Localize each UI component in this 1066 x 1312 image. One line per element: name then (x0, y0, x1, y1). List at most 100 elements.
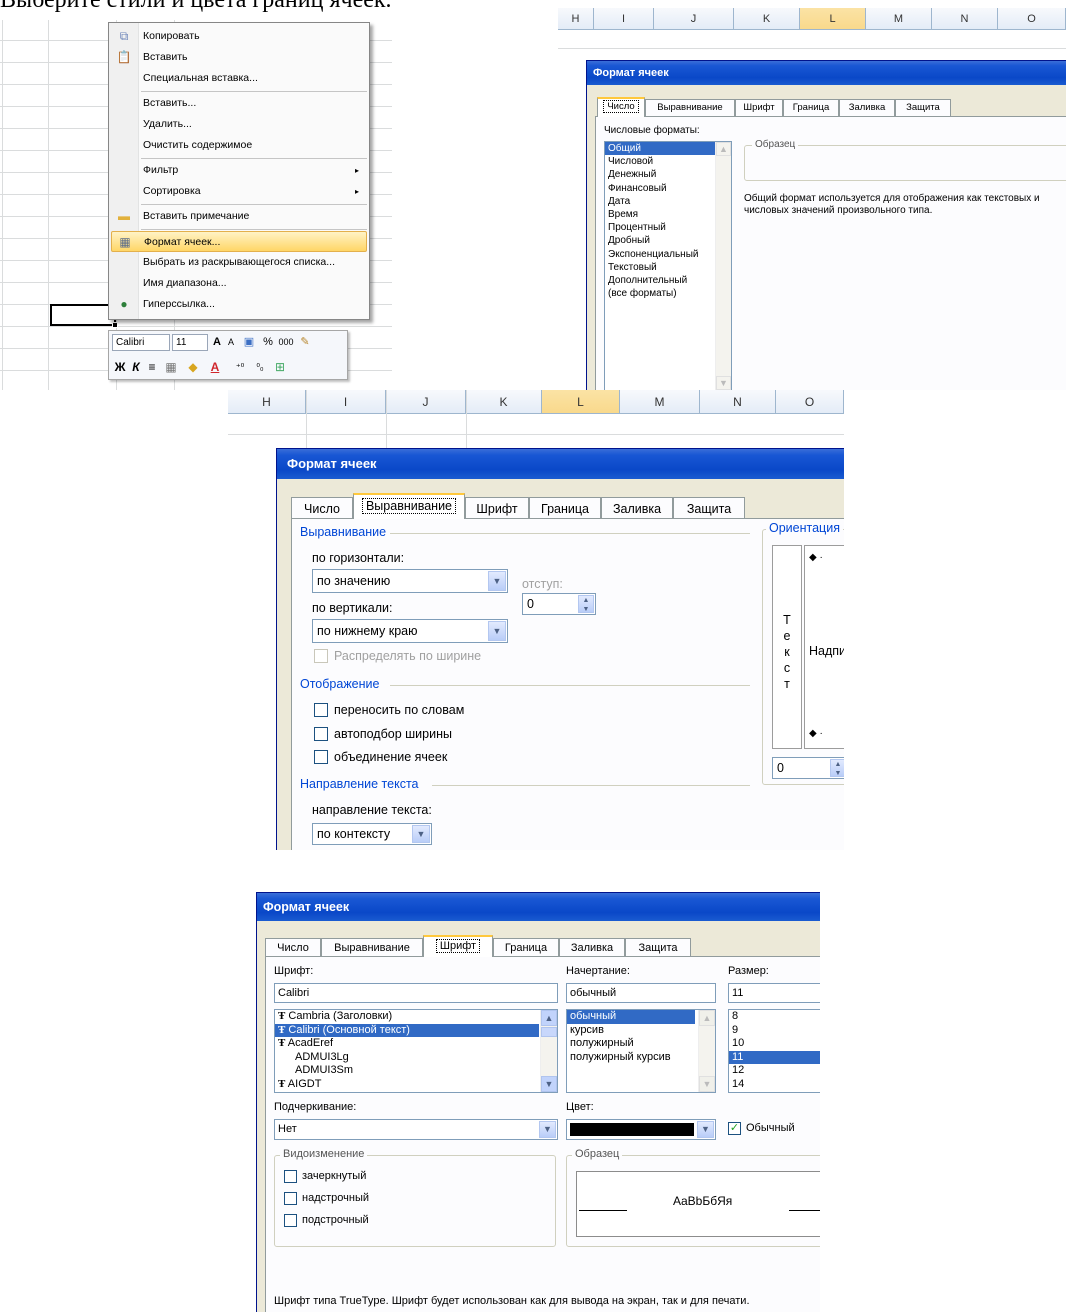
list-item[interactable]: Время (605, 208, 731, 221)
tab-border[interactable]: Граница (529, 497, 601, 519)
list-item[interactable]: Числовой (605, 155, 731, 168)
tab-font[interactable]: Шрифт (735, 99, 783, 117)
tab-protection[interactable]: Защита (895, 99, 951, 117)
fill-handle[interactable] (112, 322, 118, 328)
merge-cells-checkbox[interactable] (314, 750, 328, 764)
format-style-icon[interactable]: ▣ (240, 334, 258, 351)
list-item[interactable]: Ŧ AIGDT (275, 1078, 557, 1092)
number-formats-list[interactable]: Общий Числовой Денежный Финансовый Дата … (604, 141, 732, 390)
tab-alignment[interactable]: Выравнивание (353, 493, 465, 519)
list-item[interactable]: обычный (567, 1010, 695, 1024)
menu-item-paste-special[interactable]: Специальная вставка... (111, 68, 367, 89)
list-item[interactable]: Ŧ Calibri (Основной текст) (275, 1023, 539, 1037)
scroll-down-icon[interactable]: ▼ (699, 1076, 715, 1092)
borders-icon[interactable]: ▦ (163, 358, 179, 376)
shrink-font-button[interactable]: A (225, 334, 237, 351)
degrees-spinner[interactable]: 0 ▲ ▼ (772, 757, 844, 779)
list-item[interactable]: 11 (729, 1050, 820, 1064)
menu-item-insert-comment[interactable]: ▬ Вставить примечание (111, 206, 367, 227)
menu-item-hyperlink[interactable]: ● Гиперссылка... (111, 294, 367, 315)
scroll-down-icon[interactable]: ▼ (541, 1076, 557, 1092)
percent-button[interactable]: % (261, 334, 275, 351)
font-size-list[interactable]: 8 9 10 11 12 14 (728, 1009, 820, 1093)
menu-item-sort[interactable]: Сортировка ▸ (111, 181, 367, 202)
tab-font[interactable]: Шрифт (465, 497, 529, 519)
scroll-up-icon[interactable]: ▲ (716, 142, 731, 156)
align-center-button[interactable]: ≡ (145, 358, 159, 376)
superscript-checkbox[interactable] (284, 1192, 297, 1205)
menu-item-name-range[interactable]: Имя диапазона... (111, 273, 367, 294)
tab-number[interactable]: Число (597, 97, 645, 117)
list-item[interactable]: Дата (605, 195, 731, 208)
list-item[interactable]: 9 (729, 1024, 820, 1038)
spinner-arrows-icon[interactable]: ▲ ▼ (830, 759, 844, 777)
list-item[interactable]: Финансовый (605, 182, 731, 195)
chevron-down-icon[interactable]: ▼ (488, 621, 506, 641)
column-header-selected[interactable]: L (800, 8, 866, 29)
tab-border[interactable]: Граница (783, 99, 839, 117)
tab-border[interactable]: Граница (493, 938, 559, 957)
thousands-button[interactable]: 000 (277, 334, 295, 351)
merge-cells-icon[interactable]: ⊞ (271, 358, 289, 376)
column-header[interactable]: M (620, 390, 700, 413)
column-header[interactable]: O (776, 390, 844, 413)
menu-item-copy[interactable]: ⧉ Копировать (111, 26, 367, 47)
list-item[interactable]: Ŧ AcadEref (275, 1037, 557, 1051)
column-header[interactable]: H (558, 8, 594, 29)
list-item[interactable]: полужирный (567, 1037, 715, 1051)
menu-item-pick-from-list[interactable]: Выбрать из раскрывающегося списка... (111, 252, 367, 273)
list-item[interactable]: Экспоненциальный (605, 248, 731, 261)
font-size-field[interactable]: 11 (172, 334, 208, 351)
list-item[interactable]: Дополнительный (605, 274, 731, 287)
format-painter-icon[interactable]: ✎ (297, 334, 313, 351)
column-header[interactable]: N (932, 8, 998, 29)
wrap-text-checkbox[interactable] (314, 703, 328, 717)
autofit-checkbox[interactable] (314, 727, 328, 741)
tab-font[interactable]: Шрифт (423, 935, 493, 957)
menu-item-format-cells[interactable]: ▦ Формат ячеек... (111, 231, 367, 252)
normal-font-checkbox[interactable]: ✓ (728, 1122, 741, 1135)
column-header[interactable]: K (466, 390, 542, 413)
list-item[interactable]: 14 (729, 1078, 820, 1092)
scrollbar[interactable]: ▲ ▼ (698, 1010, 715, 1092)
menu-item-clear-contents[interactable]: Очистить содержимое (111, 135, 367, 156)
font-style-list[interactable]: обычный курсив полужирный полужирный кур… (566, 1009, 716, 1093)
horizontal-align-select[interactable]: по значению ▼ (312, 569, 508, 593)
font-color-button[interactable]: A (207, 358, 223, 376)
tab-number[interactable]: Число (291, 497, 353, 519)
list-item[interactable]: 8 (729, 1010, 820, 1024)
font-size-input[interactable]: 11 (728, 983, 820, 1003)
list-item[interactable]: Общий (605, 142, 715, 156)
menu-item-paste[interactable]: 📋 Вставить (111, 47, 367, 68)
column-header[interactable]: J (386, 390, 466, 413)
chevron-down-icon[interactable]: ▼ (488, 571, 506, 591)
font-list[interactable]: Ŧ Cambria (Заголовки) Ŧ Calibri (Основно… (274, 1009, 558, 1093)
vertical-align-select[interactable]: по нижнему краю ▼ (312, 619, 508, 643)
fill-color-icon[interactable]: ◆ (185, 358, 201, 376)
tab-fill[interactable]: Заливка (601, 497, 673, 519)
font-color-select[interactable]: ▼ (566, 1119, 716, 1140)
chevron-down-icon[interactable]: ▼ (697, 1121, 714, 1138)
orientation-dial[interactable]: ◆ · Надпись ◆ · (804, 545, 844, 749)
list-item[interactable]: полужирный курсив (567, 1051, 715, 1065)
grow-font-button[interactable]: A (210, 334, 224, 351)
column-header-selected[interactable]: L (542, 390, 620, 413)
column-header[interactable]: J (654, 8, 734, 29)
strikethrough-checkbox[interactable] (284, 1170, 297, 1183)
text-direction-select[interactable]: по контексту ▼ (312, 823, 432, 845)
tab-protection[interactable]: Защита (625, 938, 691, 957)
column-header[interactable]: M (866, 8, 932, 29)
list-item[interactable]: курсив (567, 1024, 715, 1038)
tab-fill[interactable]: Заливка (839, 99, 895, 117)
list-item[interactable]: (все форматы) (605, 287, 731, 300)
font-name-input[interactable]: Calibri (274, 983, 558, 1003)
font-name-field[interactable]: Calibri (112, 334, 170, 351)
chevron-down-icon[interactable]: ▼ (412, 825, 430, 843)
column-header[interactable]: I (594, 8, 654, 29)
scroll-down-icon[interactable]: ▼ (716, 376, 731, 390)
column-header[interactable]: I (306, 390, 386, 413)
list-item[interactable]: Дробный (605, 234, 731, 247)
menu-item-insert[interactable]: Вставить... (111, 93, 367, 114)
list-item[interactable]: Процентный (605, 221, 731, 234)
scroll-thumb[interactable] (541, 1027, 557, 1037)
